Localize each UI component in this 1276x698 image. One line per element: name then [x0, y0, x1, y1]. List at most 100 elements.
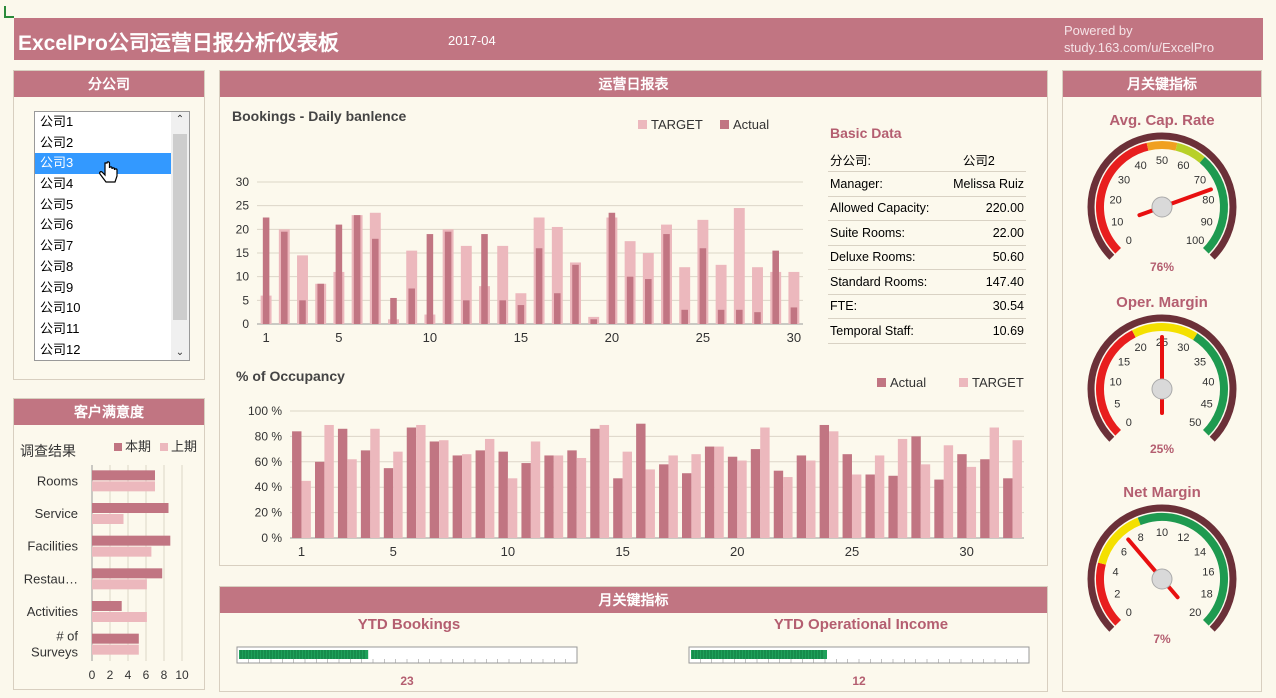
x-tick-label: 10 — [423, 330, 437, 345]
branch-list-item[interactable]: 公司10 — [35, 298, 171, 319]
chart-title: Bookings - Daily banlence — [232, 108, 406, 124]
bar-actual — [353, 215, 361, 324]
category-label: Activities — [27, 604, 79, 619]
bar-previous — [92, 546, 152, 557]
scroll-down-icon[interactable]: ⌄ — [171, 347, 189, 358]
chart-title: % of Occupancy — [236, 368, 345, 384]
bar-target — [622, 451, 632, 538]
x-tick-label: 20 — [605, 330, 619, 345]
x-tick-label: 15 — [514, 330, 528, 345]
bar-target — [966, 466, 977, 538]
branch-panel: 分公司 公司1 公司2 公司3 公司4 公司5 公司6 公司7 公司8 公司9 公司10 公司11 公… — [13, 70, 205, 380]
bar-target — [733, 208, 745, 324]
bar-previous — [92, 644, 139, 655]
progress-title: YTD Bookings — [358, 616, 461, 633]
bar-actual — [481, 234, 488, 324]
basic-data-label: FTE: — [828, 294, 943, 319]
ytd-progress-bars: YTD Bookings 23 YTD Operational Income 12 — [236, 616, 1030, 688]
listbox-scrollbar[interactable]: ⌃ ⌄ — [171, 112, 189, 360]
y-tick-label: 10 — [236, 270, 250, 284]
branch-list-item[interactable]: 公司5 — [35, 195, 171, 216]
bar-actual — [317, 283, 324, 324]
category-label: Restau… — [24, 571, 78, 586]
bar-actual — [613, 478, 623, 538]
x-tick-label: 25 — [845, 544, 859, 559]
bar-target — [507, 478, 518, 538]
category-label: Facilities — [27, 539, 78, 554]
bar-previous — [92, 481, 155, 492]
basic-data-label: Temporal Staff: — [828, 318, 943, 344]
monthly-kpi-header: 月关键指标 — [220, 587, 1047, 613]
branch-panel-header: 分公司 — [14, 71, 204, 97]
basic-data-label: Allowed Capacity: — [828, 196, 943, 221]
branch-list-item[interactable]: 公司9 — [35, 278, 171, 299]
bar-actual — [865, 474, 875, 538]
basic-data-label: Standard Rooms: — [828, 269, 943, 295]
gauge-hub — [1151, 568, 1173, 590]
gauge-tick-label: 8 — [1138, 532, 1144, 544]
branch-list-item[interactable]: 公司8 — [35, 257, 171, 278]
gauge-tick-label: 100 — [1186, 235, 1204, 247]
gauge-tick-label: 45 — [1201, 399, 1213, 411]
bar-target — [553, 455, 564, 538]
gauges: Avg. Cap. Rate010203040 50 6070809010076%O… — [1087, 112, 1237, 646]
bar-actual — [727, 456, 738, 538]
legend-label: Actual — [733, 117, 769, 132]
basic-data-row: FTE: 30.54 — [828, 294, 1026, 319]
gauge-tick-label: 10 — [1109, 377, 1121, 389]
basic-data-table: 分公司: 公司2 Manager: Melissa Ruiz Allowed Capac… — [828, 147, 1026, 344]
gauge-tick-label: 50 — [1156, 155, 1168, 167]
gauge-tick-label: 15 — [1118, 356, 1130, 368]
gauge-tick-label: 30 — [1118, 174, 1130, 186]
basic-data-row: Allowed Capacity: 220.00 — [828, 196, 1026, 221]
bar-actual — [315, 461, 325, 538]
gauge-tick-label: 5 — [1114, 399, 1120, 411]
legend-swatch — [638, 120, 647, 129]
branch-listbox[interactable]: 公司1 公司2 公司3 公司4 公司5 公司6 公司7 公司8 公司9 公司10 公司11 公司12 … — [34, 111, 190, 361]
branch-list-item[interactable]: 公司1 — [35, 112, 171, 133]
gauge-tick-label: 20 — [1135, 342, 1147, 354]
bar-actual — [888, 475, 898, 538]
basic-data-value: 50.60 — [942, 245, 1026, 270]
branch-list-item[interactable]: 公司12 — [35, 340, 171, 361]
gauge-tick-label: 16 — [1202, 567, 1214, 579]
gauge-tick-label: 40 — [1202, 377, 1214, 389]
basic-data-label: Manager: — [828, 171, 943, 197]
x-tick-label: 10 — [175, 668, 189, 682]
progress-value: 12 — [852, 674, 866, 688]
bar-actual — [704, 446, 715, 538]
category-label: Service — [35, 506, 78, 521]
bar-current — [92, 601, 122, 611]
bar-actual — [383, 468, 394, 538]
branch-list-item[interactable]: 公司2 — [35, 133, 171, 154]
bar-actual — [590, 319, 597, 324]
basic-data-value: 220.00 — [942, 196, 1026, 221]
x-tick-label: 10 — [501, 544, 515, 559]
gauge-panel-header: 月关键指标 — [1063, 71, 1261, 97]
x-tick-label: 15 — [615, 544, 629, 559]
gauge-tick-label: 60 — [1177, 160, 1189, 172]
bar-actual — [645, 279, 652, 324]
y-tick-label: 15 — [236, 246, 250, 260]
legend-label: TARGET — [972, 375, 1024, 390]
gauge-title: Net Margin — [1123, 484, 1201, 501]
x-tick-label: 5 — [335, 330, 342, 345]
bar-actual — [390, 297, 397, 324]
bar-actual — [426, 234, 434, 324]
basic-data-title: Basic Data — [830, 125, 902, 141]
branch-list-item[interactable]: 公司6 — [35, 215, 171, 236]
gauge-tick-label: 0 — [1126, 235, 1132, 247]
branch-list-item[interactable]: 公司7 — [35, 236, 171, 257]
branch-list-item[interactable]: 公司11 — [35, 319, 171, 340]
bar-actual — [1003, 478, 1013, 538]
scroll-up-icon[interactable]: ⌃ — [171, 114, 189, 125]
bar-actual — [335, 224, 343, 324]
bar-current — [92, 568, 163, 579]
gauge-value-label: 76% — [1150, 260, 1174, 274]
bar-actual — [517, 305, 525, 324]
gauge-hub — [1151, 196, 1173, 218]
gauge-tick-label: 20 — [1189, 607, 1201, 619]
bar-actual — [554, 293, 561, 324]
scrollbar-thumb[interactable] — [173, 134, 187, 320]
gauge-tick-label: 18 — [1201, 589, 1213, 601]
